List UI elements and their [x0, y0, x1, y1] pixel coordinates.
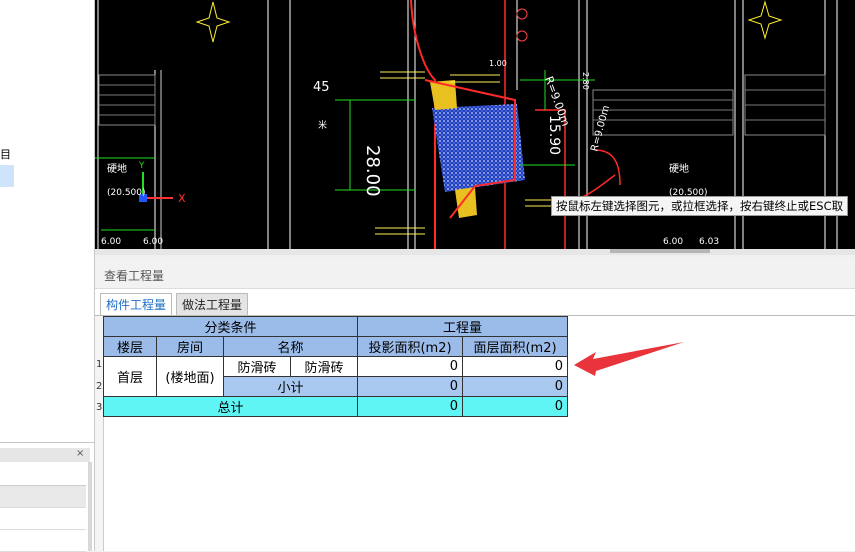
- header-classify: 分类条件: [103, 316, 358, 337]
- red-arrow-annotation: [574, 342, 684, 376]
- cad-tooltip: 按鼠标左键选择图元，或拉框选择，按右键终止或ESC取: [551, 196, 849, 216]
- close-icon[interactable]: ×: [76, 448, 84, 459]
- cad-horizontal-scrollbar[interactable]: [95, 249, 855, 255]
- cad-label-dim-600d: 6.00: [663, 237, 683, 247]
- cell-total-layer[interactable]: 0: [462, 396, 568, 417]
- cell-layer-area[interactable]: 0: [462, 356, 568, 377]
- cell-floor[interactable]: 首层: [103, 356, 157, 397]
- cell-total-label: 总计: [103, 396, 358, 417]
- cad-label-dim-28: 28.00: [362, 145, 383, 197]
- cad-label-dim-600b: 6.00: [143, 237, 163, 247]
- table-row[interactable]: 首层 (楼地面) 防滑砖 防滑砖 0 0: [103, 356, 568, 397]
- row-number: 2: [96, 381, 103, 392]
- cad-label-dim-600a: 6.00: [101, 237, 121, 247]
- row-number: 1: [96, 359, 103, 370]
- table-row[interactable]: 总计 0 0: [103, 396, 568, 417]
- cell-room[interactable]: (楼地面): [156, 356, 224, 397]
- cad-label-dim-600c: 6.03: [699, 237, 719, 247]
- cad-label-hard-left: 硬地: [107, 162, 127, 175]
- left-panel-item-label[interactable]: 目: [0, 146, 11, 162]
- header-floor: 楼层: [103, 336, 157, 357]
- panel-title-bar: 查看工程量: [95, 258, 855, 289]
- header-projection-area: 投影面积(m2): [357, 336, 463, 357]
- cad-label-dim-100: 1.00: [489, 59, 507, 68]
- quantity-table: 分类条件 工程量 楼层 房间 名称 投影面积(m2) 面层面积(m2) 首层 (…: [103, 316, 568, 417]
- cad-label-45: 45: [313, 80, 330, 95]
- cell-subtotal-proj[interactable]: 0: [357, 376, 463, 397]
- grid-row[interactable]: [0, 530, 86, 552]
- left-panel-selected-item[interactable]: [0, 165, 14, 187]
- cell-name-2[interactable]: 防滑砖: [290, 356, 358, 377]
- left-panel-divider: [0, 442, 94, 443]
- cell-proj-area[interactable]: 0: [357, 356, 463, 377]
- panel-title: 查看工程量: [104, 269, 165, 283]
- grid-row[interactable]: [0, 486, 86, 508]
- tab-method-quantities[interactable]: 做法工程量: [176, 293, 249, 317]
- axis-x-label: X: [178, 192, 186, 205]
- cell-subtotal-label: 小计: [223, 376, 358, 397]
- header-quantity: 工程量: [357, 316, 568, 337]
- axis-y-label: Y: [138, 161, 145, 171]
- header-layer-area: 面层面积(m2): [462, 336, 568, 357]
- cad-label-dim-280: 2.80: [581, 72, 590, 90]
- cad-label-elev-left: (20.500): [107, 188, 146, 198]
- tab-component-quantities[interactable]: 构件工程量: [100, 293, 173, 317]
- cad-scrollbar-thumb[interactable]: [610, 249, 710, 253]
- header-room: 房间: [156, 336, 224, 357]
- left-subpanel-scrollbar[interactable]: [88, 462, 92, 551]
- cell-name-1[interactable]: 防滑砖: [223, 356, 291, 377]
- left-panel: 目 ×: [0, 0, 95, 552]
- cad-label-hard-right: 硬地: [669, 162, 689, 175]
- cad-drawing-canvas[interactable]: 45 28.00 15.90 R=9.00m R=9.00m 硬地 (20.50…: [95, 0, 855, 249]
- grid-row[interactable]: [0, 508, 86, 530]
- left-subpanel-grid: [0, 485, 86, 552]
- cell-subtotal-layer[interactable]: 0: [462, 376, 568, 397]
- cell-total-proj[interactable]: 0: [357, 396, 463, 417]
- header-name: 名称: [223, 336, 358, 357]
- cad-label-mi: 米: [318, 119, 327, 131]
- row-number: 3: [96, 402, 103, 413]
